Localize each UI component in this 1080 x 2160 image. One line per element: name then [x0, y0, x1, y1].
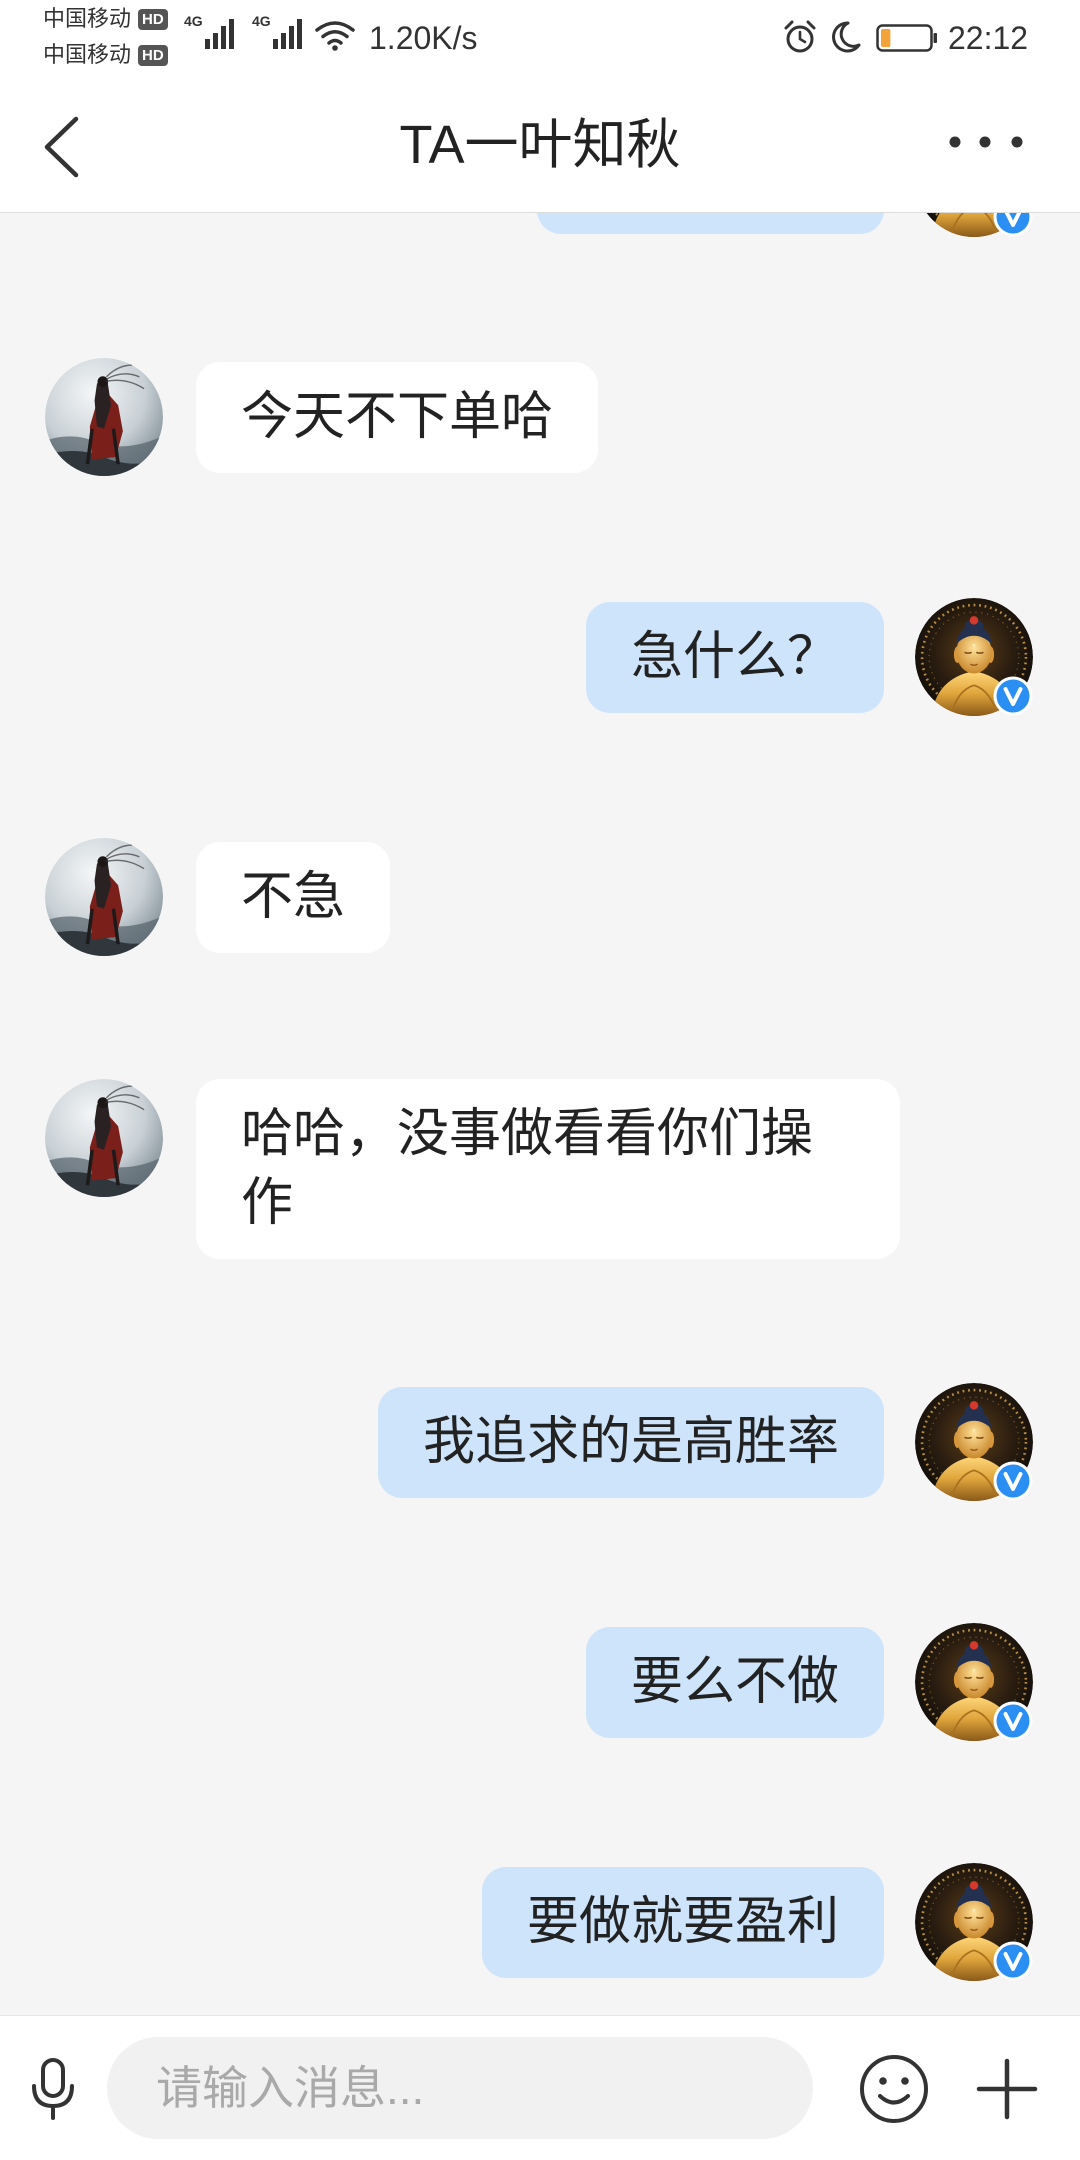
contact-avatar[interactable]: [45, 1079, 163, 1197]
chat-header: TA一叶知秋: [0, 80, 1080, 213]
more-options-button[interactable]: [930, 110, 1040, 174]
wifi-icon: [315, 21, 355, 51]
chevron-left-icon: [44, 116, 79, 178]
contact-avatar[interactable]: [45, 838, 163, 956]
message-text: 哈哈，没事做看看你们操作: [241, 1105, 814, 1232]
more-dots-icon: [949, 136, 1023, 148]
carrier-row-1: 中国移动 HD: [43, 5, 168, 33]
message-input[interactable]: [107, 2037, 813, 2139]
my-avatar[interactable]: [915, 1863, 1033, 1981]
back-button[interactable]: [30, 105, 90, 191]
alarm-clock-icon: [784, 20, 816, 53]
chat-message-list[interactable]: 今天不下单哈 急什么？ 不急 哈哈，没事做看看你们操作 我追求的是高胜率 要么不…: [0, 213, 1080, 2015]
message-text: 今天不下单哈: [241, 388, 554, 446]
message-text: 不急: [241, 868, 346, 926]
status-time: 22:12: [948, 20, 1029, 56]
message-text: 要做就要盈利: [526, 1893, 839, 1951]
message-bubble-received[interactable]: 今天不下单哈: [196, 362, 599, 473]
verified-badge-icon: [992, 1460, 1034, 1502]
more-actions-button[interactable]: [969, 2051, 1045, 2127]
my-avatar[interactable]: [915, 1383, 1033, 1501]
plus-icon: [976, 2058, 1038, 2120]
battery-icon: [876, 24, 937, 52]
microphone-icon: [32, 2058, 74, 2120]
warrior-avatar-image: [45, 838, 163, 956]
signal-bars-icon: [205, 19, 234, 49]
hd-badge: HD: [138, 45, 168, 66]
carrier-name: 中国移动: [43, 6, 132, 31]
chat-screen: 中国移动 HD 中国移动 HD 4G 4G 1.20K/s 22:12 TA一叶…: [0, 0, 1080, 2160]
message-text: 急什么？: [630, 628, 839, 686]
verified-badge-icon: [992, 1940, 1034, 1982]
emoji-button[interactable]: [856, 2051, 932, 2127]
message-bubble-received[interactable]: 不急: [196, 842, 391, 953]
message-input-box[interactable]: [107, 2037, 813, 2139]
signal-bars-icon: [273, 19, 302, 49]
message-input-bar: [0, 2015, 1080, 2160]
my-avatar[interactable]: [915, 213, 1033, 237]
verified-badge-icon: [992, 675, 1034, 717]
hd-badge: HD: [138, 9, 168, 30]
message-bubble-received[interactable]: 哈哈，没事做看看你们操作: [196, 1079, 900, 1259]
warrior-avatar-image: [45, 358, 163, 476]
carrier-name: 中国移动: [43, 42, 132, 67]
my-avatar[interactable]: [915, 598, 1033, 716]
verified-badge-icon: [992, 1700, 1034, 1742]
page-title: TA一叶知秋: [399, 115, 681, 175]
network-type-label: 4G: [252, 13, 271, 29]
message-bubble-sent[interactable]: 急什么？: [585, 602, 884, 713]
message-bubble-sent[interactable]: 要做就要盈利: [481, 1867, 884, 1978]
message-bubble-sent[interactable]: [537, 213, 884, 234]
verified-badge-icon: [992, 213, 1034, 238]
my-avatar[interactable]: [915, 1623, 1033, 1741]
contact-avatar[interactable]: [45, 358, 163, 476]
battery-level-fill: [881, 29, 891, 47]
message-text: 我追求的是高胜率: [422, 1413, 839, 1471]
message-bubble-sent[interactable]: 我追求的是高胜率: [377, 1387, 884, 1498]
network-speed: 1.20K/s: [369, 20, 478, 56]
warrior-avatar-image: [45, 1079, 163, 1197]
voice-input-button[interactable]: [26, 2056, 80, 2122]
status-bar: 中国移动 HD 中国移动 HD 4G 4G 1.20K/s 22:12: [0, 0, 1080, 80]
message-bubble-sent[interactable]: 要么不做: [585, 1627, 884, 1738]
carrier-row-2: 中国移动 HD: [43, 41, 168, 69]
emoji-icon: [860, 2055, 928, 2123]
network-type-label: 4G: [184, 13, 203, 29]
message-text: 要么不做: [630, 1653, 839, 1711]
moon-icon: [832, 21, 861, 53]
